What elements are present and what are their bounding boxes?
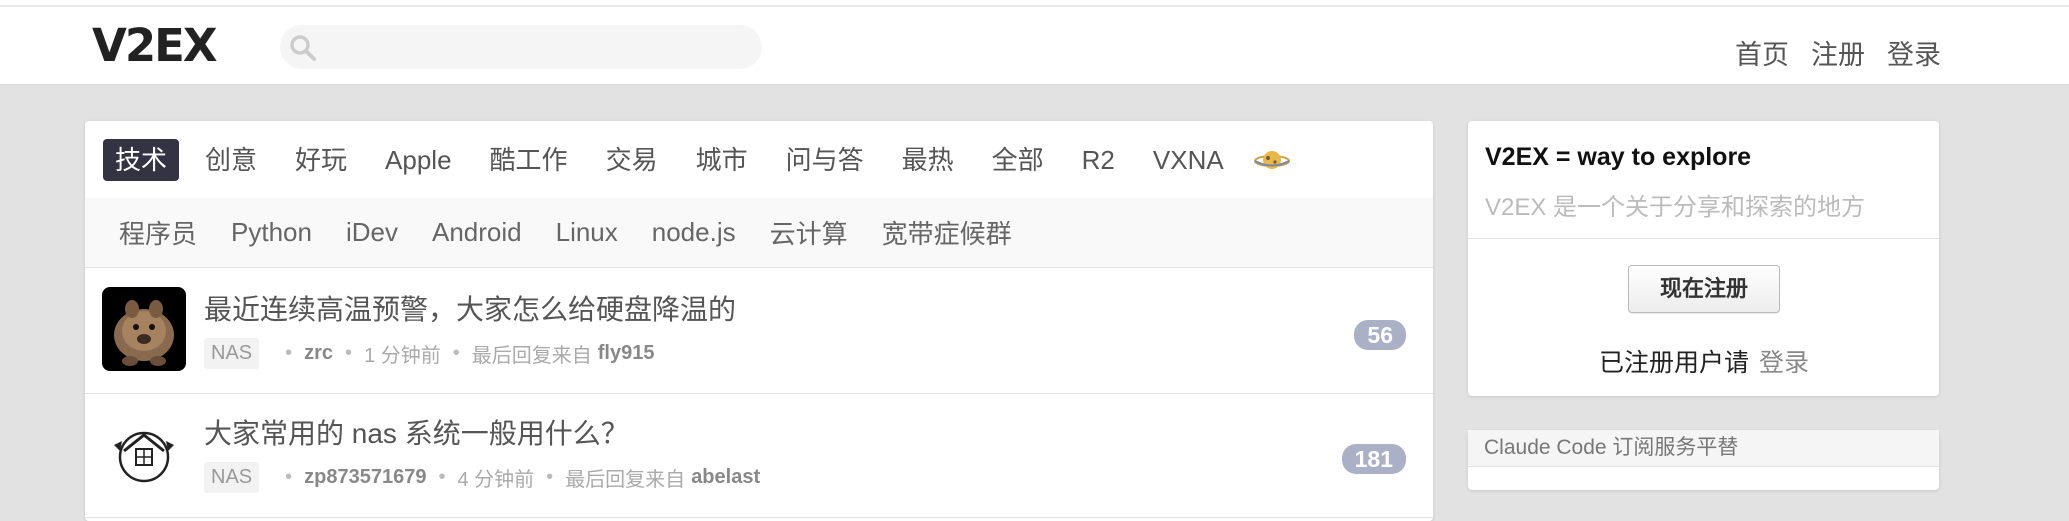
- topic-time: 4 分钟前: [457, 469, 535, 491]
- planet-icon[interactable]: [1253, 146, 1290, 174]
- tab-play[interactable]: 好玩: [283, 139, 359, 181]
- subtab-programmer[interactable]: 程序员: [119, 214, 197, 251]
- sidebar-welcome-box: V2EX = way to explore V2EX 是一个关于分享和探索的地方…: [1468, 121, 1939, 396]
- separator-dot: •: [345, 342, 353, 364]
- avatar[interactable]: [102, 287, 186, 371]
- search-bar[interactable]: [280, 25, 762, 69]
- topic-meta: NAS • zrc • 1 分钟前 • 最后回复来自 fly915: [204, 338, 654, 369]
- last-reply-label: 最后回复来自: [565, 469, 686, 491]
- tab-bar: 技术 创意 好玩 Apple 酷工作 交易 城市 问与答 最热 全部 R2 VX…: [103, 139, 1290, 181]
- top-nav: 首页 注册 登录: [1735, 33, 1941, 72]
- tab-tech[interactable]: 技术: [103, 139, 180, 181]
- topic-row: 最近连续高温预警，大家怎么给硬盘降温的 NAS • zrc • 1 分钟前 • …: [85, 270, 1433, 394]
- reply-count-badge[interactable]: 181: [1341, 444, 1406, 474]
- tab-deals[interactable]: 交易: [594, 139, 670, 181]
- tab-hot[interactable]: 最热: [890, 139, 966, 181]
- tab-vxna[interactable]: VXNA: [1141, 139, 1236, 181]
- tab-all[interactable]: 全部: [980, 139, 1056, 181]
- header: V2EX 首页 注册 登录: [0, 7, 2069, 85]
- signup-button[interactable]: 现在注册: [1628, 265, 1780, 313]
- promo-title[interactable]: Claude Code 订阅服务平替: [1468, 430, 1939, 467]
- stamp-avatar-icon: [102, 411, 186, 495]
- sidebar-subtitle: V2EX 是一个关于分享和探索的地方: [1485, 194, 1866, 221]
- last-replier[interactable]: abelast: [691, 466, 760, 489]
- tab-city[interactable]: 城市: [684, 139, 760, 181]
- subtab-bar: 程序员 Python iDev Android Linux node.js 云计…: [85, 198, 1433, 268]
- main-box: 技术 创意 好玩 Apple 酷工作 交易 城市 问与答 最热 全部 R2 VX…: [85, 121, 1433, 521]
- topic-row: 大家常用的 nas 系统一般用什么？ NAS • zp873571679 • 4…: [85, 394, 1433, 518]
- last-replier[interactable]: fly915: [598, 342, 655, 365]
- nav-signup[interactable]: 注册: [1811, 33, 1865, 72]
- tab-apple[interactable]: Apple: [373, 139, 464, 181]
- nav-home[interactable]: 首页: [1735, 33, 1789, 72]
- wombat-avatar-icon: [102, 287, 186, 371]
- separator-dot: •: [546, 466, 554, 488]
- separator-dot: •: [285, 342, 293, 364]
- avatar[interactable]: [102, 411, 186, 495]
- separator-dot: •: [452, 342, 460, 364]
- separator-dot: •: [438, 466, 446, 488]
- registered-prompt: 已注册用户请 登录: [1599, 343, 1809, 379]
- topic-time: 1 分钟前: [364, 345, 441, 367]
- top-border: [0, 0, 2069, 7]
- subtab-broadband[interactable]: 宽带症候群: [882, 214, 1012, 251]
- tab-creative[interactable]: 创意: [193, 139, 269, 181]
- search-input[interactable]: [326, 31, 750, 63]
- tab-qna[interactable]: 问与答: [774, 139, 876, 181]
- logo[interactable]: V2EX: [92, 23, 218, 68]
- registered-text: 已注册用户请: [1599, 349, 1750, 377]
- topic-author[interactable]: zrc: [304, 342, 333, 365]
- separator-dot: •: [285, 466, 293, 488]
- sidebar-promo-box: Claude Code 订阅服务平替: [1468, 430, 1939, 490]
- search-icon: [290, 35, 316, 61]
- last-reply-label: 最后回复来自: [471, 345, 592, 367]
- subtab-android[interactable]: Android: [432, 217, 522, 248]
- subtab-linux[interactable]: Linux: [556, 217, 618, 248]
- subtab-python[interactable]: Python: [231, 217, 312, 248]
- subtab-idev[interactable]: iDev: [346, 217, 398, 248]
- tab-jobs[interactable]: 酷工作: [478, 139, 580, 181]
- sidebar-login-link[interactable]: 登录: [1759, 349, 1809, 377]
- node-tag[interactable]: NAS: [204, 462, 260, 493]
- topic-title[interactable]: 最近连续高温预警，大家怎么给硬盘降温的: [204, 288, 736, 328]
- reply-count-badge[interactable]: 56: [1354, 320, 1406, 350]
- subtab-cloud[interactable]: 云计算: [770, 214, 848, 251]
- topic-title[interactable]: 大家常用的 nas 系统一般用什么？: [204, 412, 629, 452]
- sidebar-title: V2EX = way to explore: [1485, 143, 1752, 171]
- topic-author[interactable]: zp873571679: [304, 466, 426, 489]
- nav-login[interactable]: 登录: [1887, 33, 1941, 72]
- divider: [1468, 238, 1939, 239]
- subtab-nodejs[interactable]: node.js: [652, 217, 736, 248]
- tab-r2[interactable]: R2: [1070, 139, 1127, 181]
- topic-meta: NAS • zp873571679 • 4 分钟前 • 最后回复来自 abela…: [204, 462, 760, 493]
- node-tag[interactable]: NAS: [204, 338, 260, 369]
